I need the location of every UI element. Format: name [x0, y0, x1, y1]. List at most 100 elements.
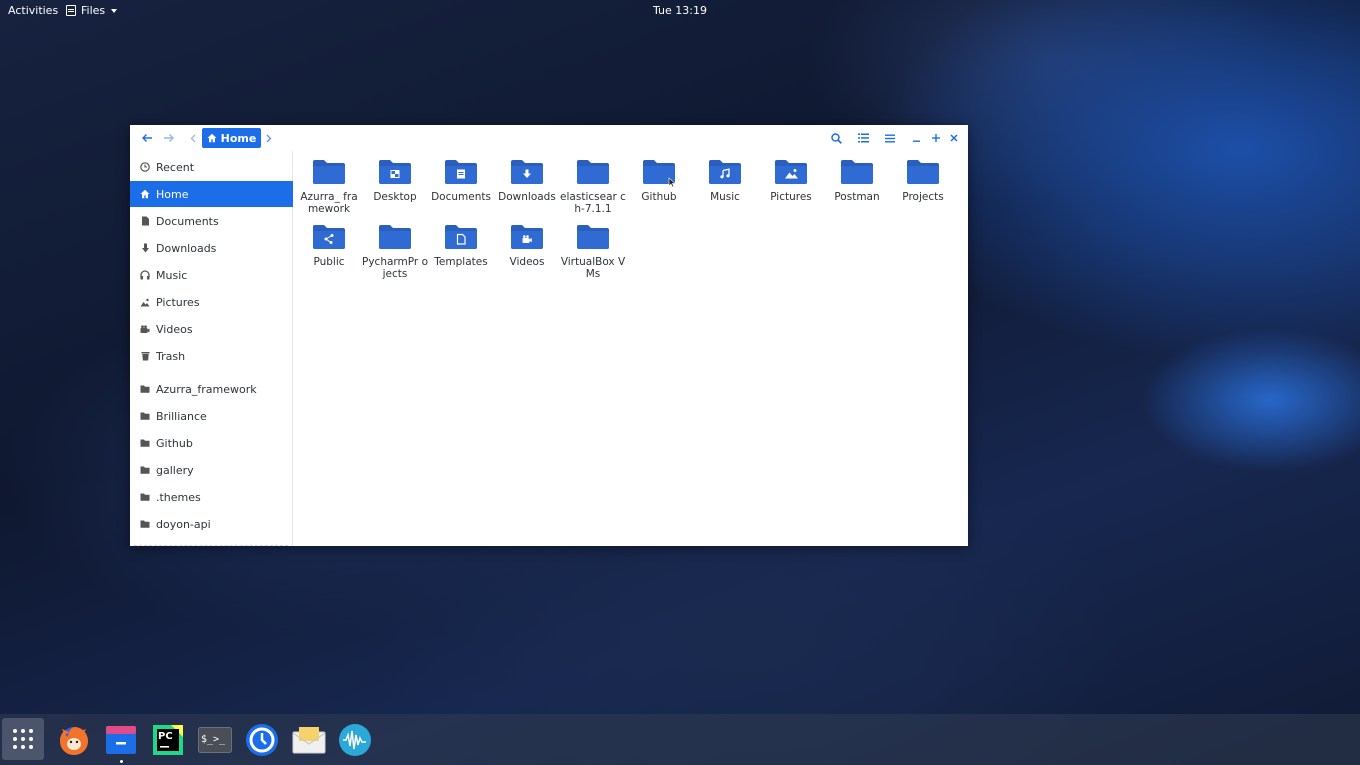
sidebar-item-documents[interactable]: Documents — [130, 208, 293, 234]
back-button[interactable] — [138, 129, 156, 147]
file-item-music[interactable]: Music — [692, 151, 758, 203]
mouse-pointer-icon — [668, 177, 676, 188]
pycharm-badge: PC — [158, 731, 173, 742]
sidebar-item-github[interactable]: Github — [130, 430, 293, 456]
sidebar-item-gallery[interactable]: gallery — [130, 457, 293, 483]
sidebar-item-pictures[interactable]: Pictures — [130, 289, 293, 315]
dock-mail[interactable] — [291, 722, 327, 758]
arrow-right-icon — [164, 134, 174, 142]
terminal-prompt: $_>_ — [201, 734, 226, 745]
sidebar-item-themes[interactable]: .themes — [130, 484, 293, 510]
file-item-pictures[interactable]: Pictures — [758, 151, 824, 203]
folder-icon — [313, 160, 345, 184]
files-icon — [106, 726, 136, 754]
sidebar-item-azurra-framework[interactable]: Azurra_framework — [130, 376, 293, 402]
forward-button[interactable] — [160, 129, 178, 147]
folder-icon — [140, 465, 150, 475]
music-folder-icon — [709, 160, 741, 184]
file-item-elasticsearch[interactable]: elasticsear ch-7.1.1 — [560, 151, 626, 215]
sidebar-item-label: gallery — [156, 463, 194, 477]
file-item-public[interactable]: Public — [296, 216, 362, 268]
document-icon — [140, 216, 150, 226]
sidebar-scroll-edge — [134, 545, 288, 546]
show-apps-button[interactable] — [2, 718, 44, 760]
file-item-github[interactable]: Github — [626, 151, 692, 203]
file-label: Documents — [431, 191, 491, 203]
home-icon — [140, 189, 150, 199]
file-label: Azurra_ framework — [300, 191, 358, 215]
list-view-icon — [857, 133, 869, 143]
folder-icon — [140, 411, 150, 421]
file-item-virtualbox-vms[interactable]: VirtualBox VMs — [560, 216, 626, 280]
sidebar-item-music[interactable]: Music — [130, 262, 293, 288]
sidebar-item-label: Downloads — [156, 241, 217, 255]
folder-icon — [140, 519, 150, 529]
arrow-left-icon — [142, 134, 152, 142]
file-item-desktop[interactable]: Desktop — [362, 151, 428, 203]
view-toggle-button[interactable] — [854, 129, 872, 147]
file-label: Projects — [902, 191, 944, 203]
headphones-icon — [140, 270, 150, 280]
dock-files[interactable] — [103, 722, 139, 763]
chevron-right-icon — [266, 134, 272, 142]
file-item-templates[interactable]: Templates — [428, 216, 494, 268]
clock[interactable]: Tue 13:19 — [0, 4, 1360, 17]
public-folder-icon — [313, 225, 345, 249]
videos-folder-icon — [511, 225, 543, 249]
dock-terminal[interactable]: $_>_ — [197, 722, 233, 758]
search-button[interactable] — [827, 129, 845, 147]
close-icon — [950, 134, 958, 142]
pictures-folder-icon — [775, 160, 807, 184]
file-label: Github — [641, 191, 677, 203]
file-item-projects[interactable]: Projects — [890, 151, 956, 203]
chevron-left-icon — [190, 134, 196, 142]
file-item-downloads[interactable]: Downloads — [494, 151, 560, 203]
path-home-button[interactable]: Home — [202, 128, 261, 148]
file-label: elasticsear ch-7.1.1 — [560, 191, 626, 215]
desktop-folder-icon — [379, 160, 411, 184]
minimize-icon — [913, 140, 920, 142]
file-item-documents[interactable]: Documents — [428, 151, 494, 203]
dock-firefox[interactable] — [56, 722, 92, 758]
video-icon — [140, 324, 150, 334]
close-button[interactable] — [946, 129, 962, 147]
documents-folder-icon — [445, 160, 477, 184]
maximize-button[interactable] — [928, 129, 944, 147]
dock-timeshift[interactable] — [244, 722, 280, 758]
sidebar-item-label: Documents — [156, 214, 219, 228]
minimize-button[interactable] — [909, 129, 925, 147]
file-label: Videos — [509, 256, 545, 268]
sidebar: Recent Home Documents Downloads Music Pi… — [130, 151, 293, 546]
path-scroll-left-button[interactable] — [187, 129, 199, 147]
file-label: Pictures — [770, 191, 812, 203]
path-scroll-right-button[interactable] — [263, 129, 275, 147]
file-grid[interactable]: Azurra_ framework Desktop Documents Down… — [294, 151, 968, 546]
sidebar-item-label: .themes — [156, 490, 201, 504]
menu-button[interactable] — [881, 129, 899, 147]
file-item-azurra-framework[interactable]: Azurra_ framework — [296, 151, 362, 215]
timeshift-icon — [246, 724, 278, 756]
mail-icon — [292, 727, 326, 754]
sidebar-item-label: Music — [156, 268, 188, 282]
dock-pycharm[interactable]: PC — [150, 722, 186, 758]
sidebar-item-doyon-api[interactable]: doyon-api — [130, 511, 293, 537]
sidebar-item-home[interactable]: Home — [130, 181, 293, 207]
sidebar-item-label: Azurra_framework — [156, 382, 257, 396]
dock-audio-recorder[interactable] — [337, 722, 373, 758]
sidebar-item-trash[interactable]: Trash — [130, 343, 293, 369]
running-indicator — [119, 760, 123, 763]
sidebar-item-recent[interactable]: Recent — [130, 154, 293, 180]
file-label: Music — [710, 191, 740, 203]
audio-recorder-icon — [339, 724, 371, 756]
file-item-videos[interactable]: Videos — [494, 216, 560, 268]
sidebar-item-downloads[interactable]: Downloads — [130, 235, 293, 261]
picture-icon — [140, 297, 150, 307]
sidebar-item-videos[interactable]: Videos — [130, 316, 293, 342]
sidebar-item-brilliance[interactable]: Brilliance — [130, 403, 293, 429]
sidebar-item-label: Videos — [156, 322, 193, 336]
plus-icon — [932, 134, 940, 142]
file-item-pycharmprojects[interactable]: PycharmPr ojects — [362, 216, 428, 280]
file-label: Desktop — [373, 191, 417, 203]
folder-icon — [577, 160, 609, 184]
file-item-postman[interactable]: Postman — [824, 151, 890, 203]
